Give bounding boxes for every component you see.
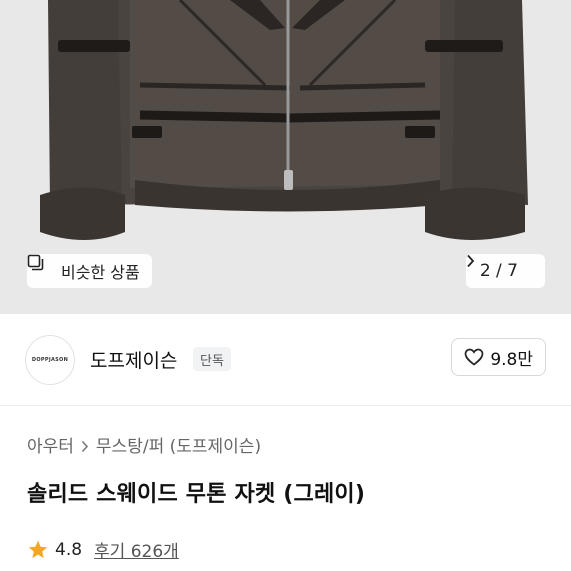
chevron-right-icon [81,438,89,453]
brand-logo[interactable]: DOPPJASON [25,335,75,385]
breadcrumb: 아우터 무스탕/퍼 (도프제이슨) [27,432,261,457]
exclusive-badge: 단독 [193,347,231,371]
rating-value: 4.8 [55,539,83,560]
like-count: 9.8만 [490,349,533,370]
heart-icon [464,348,484,366]
rating-row: 4.8 후기 626개 [27,537,179,562]
star-icon [27,539,49,561]
chevron-right-icon[interactable] [467,254,535,278]
review-count-link[interactable]: 후기 626개 [94,537,179,562]
brand-name[interactable]: 도프제이슨 [90,346,177,373]
image-pager[interactable]: 2 / 7 [465,254,545,288]
product-title: 솔리드 스웨이드 무톤 자켓 (그레이) [27,482,366,507]
breadcrumb-item-mustang[interactable]: 무스탕/퍼 (도프제이슨) [96,432,261,457]
image-pager-count: 2 / 7 [479,261,518,281]
breadcrumb-item-outer[interactable]: 아우터 [27,432,74,457]
brand-section: DOPPJASON 도프제이슨 단독 9.8만 [0,314,571,406]
similar-items-icon [27,254,54,280]
brand-logo-text: DOPPJASON [31,357,69,363]
like-button[interactable]: 9.8만 [451,338,546,376]
similar-items-label: 비슷한 상품 [61,263,140,282]
similar-items-button[interactable]: 비슷한 상품 [27,254,152,288]
product-image[interactable]: 비슷한 상품 2 / 7 [0,0,571,314]
